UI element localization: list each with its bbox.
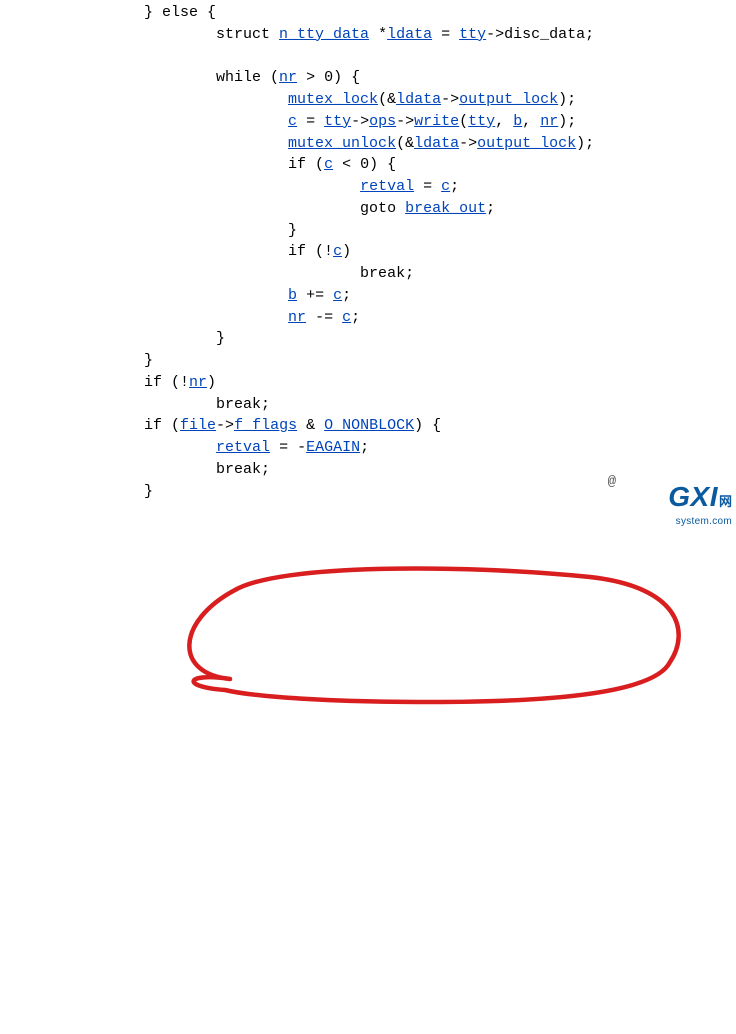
code-line: break; — [0, 461, 270, 478]
code-line: b += c; — [0, 287, 351, 304]
watermark-text: GXI — [668, 481, 718, 512]
code-line: } — [0, 483, 153, 500]
at-symbol: @ — [608, 472, 616, 492]
code-line: struct n_tty_data *ldata = tty->disc_dat… — [0, 26, 594, 43]
code-line: mutex_unlock(&ldata->output_lock); — [0, 135, 594, 152]
code-line: nr -= c; — [0, 309, 360, 326]
freehand-circle-annotation — [0, 502, 736, 1034]
code-line: break; — [0, 396, 270, 413]
code-line: } — [0, 352, 153, 369]
code-line: goto break_out; — [0, 200, 495, 217]
code-line: if (c < 0) { — [0, 156, 396, 173]
code-line: if (!c) — [0, 243, 351, 260]
watermark-logo: GXI网 system.com — [668, 477, 732, 529]
code-line: while (nr > 0) { — [0, 69, 360, 86]
code-line: } — [0, 222, 297, 239]
code-line: if (file->f_flags & O_NONBLOCK) { — [0, 417, 441, 434]
code-line: if (!nr) — [0, 374, 216, 391]
code-block: } else { struct n_tty_data *ldata = tty-… — [0, 0, 736, 502]
watermark-domain: system.com — [668, 515, 732, 530]
code-line: } else { — [0, 4, 216, 21]
code-line: retval = c; — [0, 178, 459, 195]
code-line: retval = -EAGAIN; — [0, 439, 369, 456]
code-line: } — [0, 330, 225, 347]
watermark-suffix: 网 — [719, 494, 732, 509]
code-line: c = tty->ops->write(tty, b, nr); — [0, 113, 576, 130]
code-line: mutex_lock(&ldata->output_lock); — [0, 91, 576, 108]
code-line: break; — [0, 265, 414, 282]
